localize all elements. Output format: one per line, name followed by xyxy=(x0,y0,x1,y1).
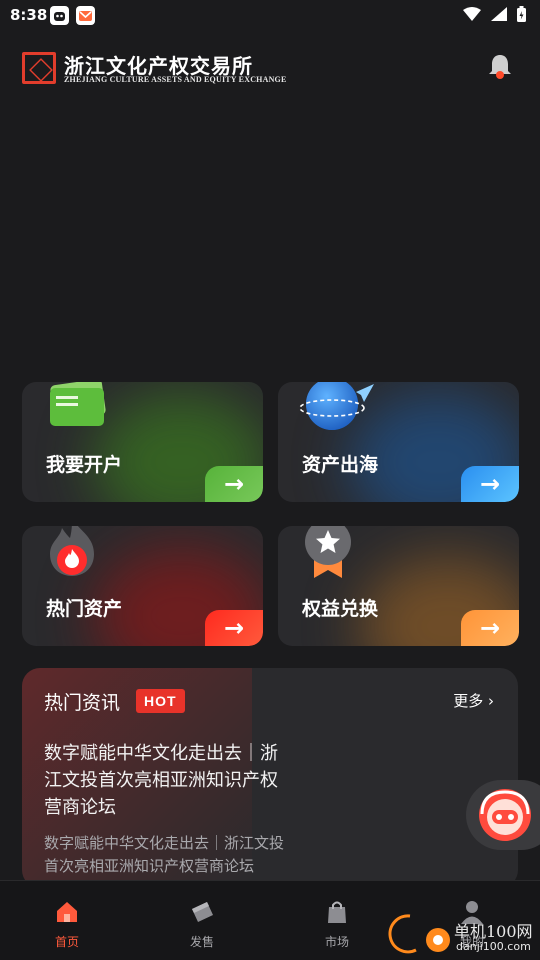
more-link[interactable]: 更多 › xyxy=(453,690,494,711)
nav-label: 首页 xyxy=(54,935,79,949)
card-asset-overseas[interactable]: 资产出海 → xyxy=(278,382,519,502)
app-robot-icon xyxy=(50,6,69,25)
wifi-icon xyxy=(463,7,481,21)
arrow-right-icon[interactable]: → xyxy=(205,610,263,646)
bell-icon[interactable] xyxy=(486,52,514,80)
card-stack-icon xyxy=(46,382,110,434)
card-hot-assets[interactable]: 热门资产 → xyxy=(22,526,263,646)
hot-news-panel: 热门资讯 HOT 更多 › 数字赋能中华文化走出去｜浙江文投首次亮相亚洲知识产权… xyxy=(22,668,518,888)
shopping-bag-icon xyxy=(328,901,346,923)
status-indicators xyxy=(463,6,526,22)
home-icon xyxy=(57,902,77,922)
arrow-right-icon[interactable]: → xyxy=(205,466,263,502)
nav-label: 发售 xyxy=(189,935,214,949)
watermark-url: danji100.com xyxy=(456,940,531,953)
customer-service-button[interactable] xyxy=(466,780,540,850)
card-label: 资产出海 xyxy=(302,454,379,476)
card-label: 权益兑换 xyxy=(302,598,379,620)
signal-icon xyxy=(491,7,507,21)
card-label: 热门资产 xyxy=(46,598,123,620)
watermark-text: 单机100网 xyxy=(454,922,533,941)
nav-release[interactable]: 发售 xyxy=(157,899,247,955)
card-open-account[interactable]: 我要开户 → xyxy=(22,382,263,502)
ticket-icon xyxy=(192,902,213,922)
app-screen: 8:38 浙江文化产权交易所 ZHEJIANG CULTURE ASSETS A… xyxy=(0,0,540,960)
battery-icon xyxy=(517,6,526,22)
hot-badge: HOT xyxy=(136,689,185,713)
app-subtitle: ZHEJIANG CULTURE ASSETS AND EQUITY EXCHA… xyxy=(64,75,287,84)
globe-plane-icon xyxy=(298,382,378,438)
star-badge-icon xyxy=(302,526,354,586)
app-mail-icon xyxy=(76,6,95,25)
more-label: 更多 xyxy=(453,692,484,710)
chevron-right-icon: › xyxy=(488,692,494,710)
news-summary: 数字赋能中华文化走出去｜浙江文投首次亮相亚洲知识产权营商论坛 xyxy=(44,834,285,875)
arrow-right-icon[interactable]: → xyxy=(461,610,519,646)
nav-home[interactable]: 首页 xyxy=(22,899,112,955)
flame-icon xyxy=(44,526,100,582)
customer-service-icon xyxy=(479,789,531,841)
arrow-right-icon[interactable]: → xyxy=(461,466,519,502)
news-headline[interactable]: 数字赋能中华文化走出去｜浙江文投首次亮相亚洲知识产权营商论坛 xyxy=(44,740,294,821)
logo-icon xyxy=(22,52,56,84)
card-label: 我要开户 xyxy=(46,454,123,476)
nav-market[interactable]: 市场 xyxy=(292,899,382,955)
status-time: 8:38 xyxy=(10,6,48,24)
news-section-title: 热门资讯 xyxy=(44,692,121,714)
status-bar: 8:38 xyxy=(0,0,540,32)
nav-label: 市场 xyxy=(324,935,349,949)
card-rights-exchange[interactable]: 权益兑换 → xyxy=(278,526,519,646)
